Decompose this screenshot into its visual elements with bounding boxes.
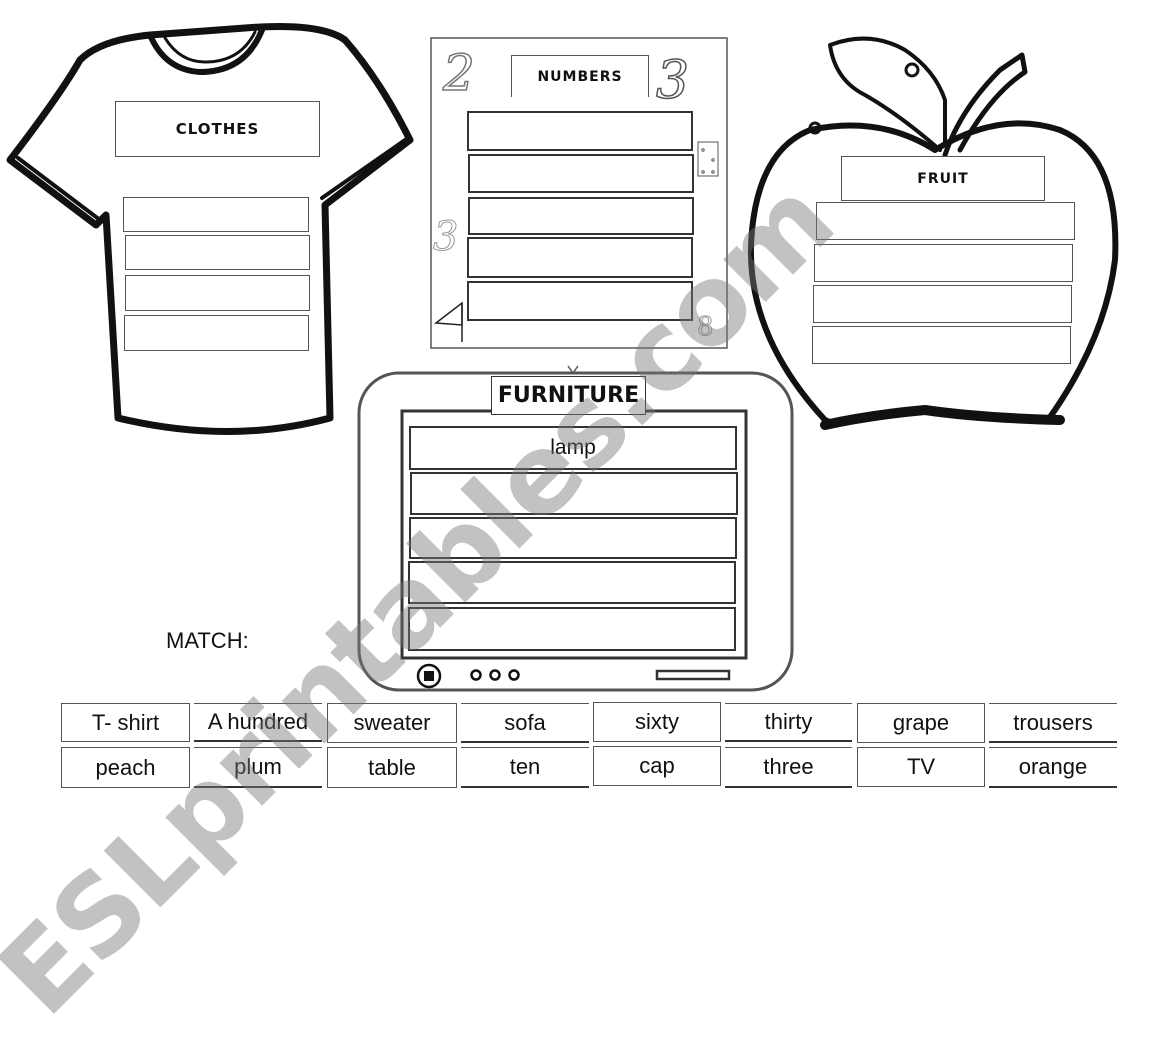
word-bank-card[interactable]: thirty bbox=[725, 703, 852, 742]
clothes-category-title: CLOTHES bbox=[115, 101, 320, 157]
tv-slot-icon bbox=[655, 669, 731, 681]
digit-3-icon: 3 bbox=[656, 51, 689, 111]
word-bank-card[interactable]: T- shirt bbox=[61, 703, 190, 742]
furniture-answer-slot[interactable] bbox=[408, 607, 736, 651]
digit-8-icon: 8 bbox=[697, 312, 714, 342]
clothes-answer-slot[interactable] bbox=[124, 315, 309, 351]
word-bank-card[interactable]: orange bbox=[989, 747, 1117, 788]
ruler-triangle-icon bbox=[433, 301, 463, 342]
word-bank-card[interactable]: trousers bbox=[989, 703, 1117, 743]
clothes-answer-slot[interactable] bbox=[125, 275, 310, 311]
word-bank-card[interactable]: three bbox=[725, 747, 852, 788]
word-bank-card[interactable]: sofa bbox=[461, 703, 589, 743]
match-instruction-label: MATCH: bbox=[166, 628, 249, 653]
numbers-answer-slot[interactable] bbox=[467, 237, 693, 278]
digit-3-small-icon: 3 bbox=[433, 214, 458, 260]
word-bank-card[interactable]: A hundred bbox=[194, 703, 322, 742]
numbers-answer-slot[interactable] bbox=[467, 281, 693, 321]
numbers-answer-slot[interactable] bbox=[468, 197, 694, 235]
furniture-category-title: FURNITURE bbox=[491, 376, 646, 415]
word-bank-card[interactable]: TV bbox=[857, 747, 985, 787]
furniture-answer-slot[interactable]: lamp bbox=[409, 426, 737, 470]
word-bank-card[interactable]: sweater bbox=[327, 703, 457, 743]
fruit-answer-slot[interactable] bbox=[814, 244, 1073, 282]
numbers-answer-slot[interactable] bbox=[468, 154, 694, 193]
numbers-answer-slot[interactable] bbox=[467, 111, 693, 151]
power-button-icon bbox=[416, 663, 442, 689]
fruit-answer-slot[interactable] bbox=[816, 202, 1075, 240]
word-bank-card[interactable]: plum bbox=[194, 747, 322, 788]
numbers-category-title: NUMBERS bbox=[511, 55, 649, 97]
digit-2-icon: 2 bbox=[442, 44, 475, 102]
word-bank-card[interactable]: grape bbox=[857, 703, 985, 743]
word-bank-card[interactable]: ten bbox=[461, 747, 589, 788]
tv-knobs-icon bbox=[470, 669, 520, 681]
word-bank-card[interactable]: cap bbox=[593, 746, 721, 786]
fruit-category-title: FRUIT bbox=[841, 156, 1045, 201]
clothes-answer-slot[interactable] bbox=[125, 235, 310, 270]
fruit-answer-slot[interactable] bbox=[812, 326, 1071, 364]
furniture-answer-slot[interactable] bbox=[410, 472, 738, 515]
fruit-answer-slot[interactable] bbox=[813, 285, 1072, 323]
clothes-answer-slot[interactable] bbox=[123, 197, 309, 232]
furniture-answer-slot[interactable] bbox=[409, 517, 737, 559]
word-bank-card[interactable]: sixty bbox=[593, 702, 721, 742]
word-bank-card[interactable]: peach bbox=[61, 747, 190, 788]
dice-icon bbox=[697, 141, 719, 177]
furniture-answer-slot[interactable] bbox=[408, 561, 736, 604]
word-bank-card[interactable]: table bbox=[327, 747, 457, 788]
